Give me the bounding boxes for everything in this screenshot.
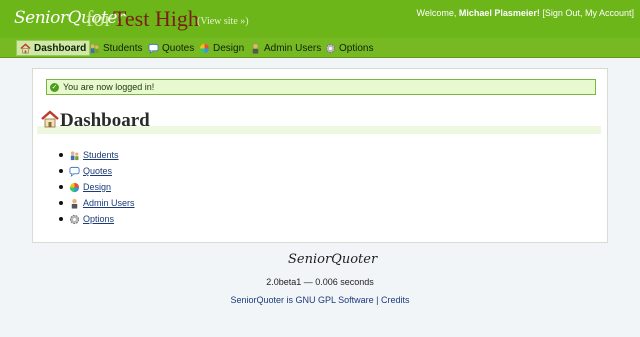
header-bar: SeniorQuoter for Test High (View site »)…	[0, 0, 640, 38]
design-icon	[69, 182, 80, 192]
notice-text: You are now logged in!	[63, 82, 155, 92]
students-link[interactable]: Students	[83, 150, 119, 160]
footer-logo: SeniorQuoter	[288, 252, 378, 267]
nav-item-design[interactable]: Design	[196, 40, 247, 56]
students-icon	[90, 43, 99, 53]
credits-link[interactable]: Credits	[381, 295, 410, 305]
admin-users-link[interactable]: Admin Users	[83, 198, 135, 208]
gear-icon	[69, 214, 80, 224]
design-icon	[199, 43, 210, 53]
nav-item-options[interactable]: Options	[322, 40, 376, 56]
nav-item-students[interactable]: Students	[86, 40, 145, 56]
design-link[interactable]: Design	[83, 182, 111, 192]
nav-item-dashboard[interactable]: Dashboard	[16, 40, 91, 56]
list-item: Students	[59, 147, 135, 163]
list-item: Design	[59, 179, 135, 195]
sign-out-link[interactable]: [Sign Out,	[542, 8, 582, 18]
admin-users-icon	[252, 43, 259, 54]
house-icon	[20, 42, 31, 53]
version-info: 2.0beta1 — 0.006 seconds	[266, 277, 374, 287]
school-name: Test High	[113, 6, 199, 31]
welcome-text: Welcome,	[416, 8, 457, 18]
page-title: Dashboard	[60, 110, 150, 131]
list-item: Quotes	[59, 163, 135, 179]
nav-item-quotes[interactable]: Quotes	[145, 40, 197, 56]
logo-for-text: for	[86, 6, 112, 31]
quotes-link[interactable]: Quotes	[83, 166, 112, 176]
quotes-icon	[69, 166, 80, 177]
view-site-link[interactable]: (View site »)	[197, 16, 249, 27]
admin-users-icon	[71, 198, 78, 209]
options-link[interactable]: Options	[83, 214, 114, 224]
list-item: Admin Users	[59, 195, 135, 211]
main-nav: Dashboard Students Quotes Design Admin U…	[0, 38, 640, 58]
nav-label: Options	[339, 42, 374, 54]
house-icon	[41, 110, 59, 128]
list-item: Options	[59, 211, 135, 227]
login-notice: ✓ You are now logged in!	[46, 79, 596, 95]
quotes-icon	[148, 43, 159, 54]
students-icon	[70, 150, 79, 160]
nav-label: Admin Users	[264, 42, 322, 54]
license-text: SeniorQuoter is GNU GPL Software |	[230, 295, 379, 305]
my-account-link[interactable]: My Account]	[585, 8, 634, 18]
nav-label: Students	[103, 42, 143, 54]
nav-label: Design	[213, 42, 245, 54]
nav-label: Quotes	[162, 42, 195, 54]
user-name: Michael Plasmeier!	[458, 8, 540, 18]
quick-links-list: Students Quotes Design Admin Users Optio…	[59, 147, 135, 227]
check-icon: ✓	[50, 82, 59, 92]
nav-item-admin-users[interactable]: Admin Users	[247, 40, 324, 56]
nav-label: Dashboard	[34, 42, 87, 54]
user-bar: Welcome, Michael Plasmeier! [Sign Out, M…	[416, 8, 634, 18]
dashboard-panel: ✓ You are now logged in! Dashboard Stude…	[32, 68, 608, 243]
license-line: SeniorQuoter is GNU GPL Software | Credi…	[0, 295, 640, 305]
gear-icon	[325, 43, 336, 53]
